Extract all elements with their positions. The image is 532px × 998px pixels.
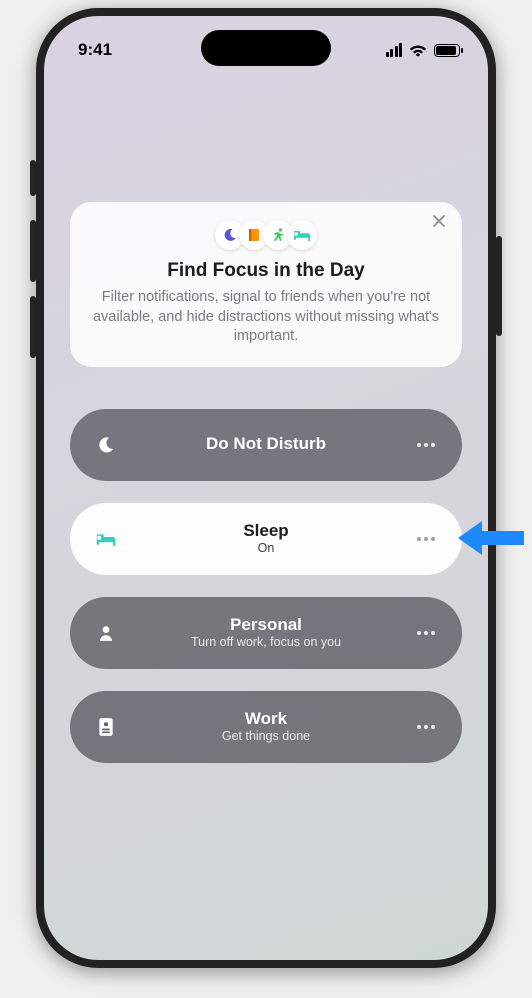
side-button[interactable] xyxy=(496,236,502,336)
bed-icon xyxy=(287,220,317,250)
intro-title: Find Focus in the Day xyxy=(92,260,440,282)
person-icon xyxy=(92,624,120,642)
focus-sublabel: Turn off work, focus on you xyxy=(120,635,412,650)
focus-label: Sleep xyxy=(120,521,412,541)
cellular-icon xyxy=(386,43,403,57)
dynamic-island xyxy=(201,30,331,66)
status-time: 9:41 xyxy=(78,40,112,60)
focus-list: Do Not Disturb Sleep On xyxy=(70,409,462,763)
intro-card: Find Focus in the Day Filter notificatio… xyxy=(70,202,462,367)
phone-frame: 9:41 Find Focus in the Day Filter xyxy=(36,8,496,968)
callout-arrow-icon xyxy=(458,518,524,558)
screen: 9:41 Find Focus in the Day Filter xyxy=(44,16,488,960)
bed-icon xyxy=(92,531,120,547)
battery-icon xyxy=(434,44,460,57)
more-icon[interactable] xyxy=(412,537,440,541)
focus-panel: Find Focus in the Day Filter notificatio… xyxy=(70,202,462,763)
focus-sublabel: On xyxy=(120,541,412,556)
focus-label: Work xyxy=(120,709,412,729)
close-icon[interactable] xyxy=(430,214,448,232)
focus-label: Personal xyxy=(120,615,412,635)
more-icon[interactable] xyxy=(412,725,440,729)
more-icon[interactable] xyxy=(412,443,440,447)
focus-label: Do Not Disturb xyxy=(120,434,412,454)
focus-personal[interactable]: Personal Turn off work, focus on you xyxy=(70,597,462,669)
intro-icon-row xyxy=(92,220,440,250)
intro-description: Filter notifications, signal to friends … xyxy=(92,288,440,347)
focus-sleep[interactable]: Sleep On xyxy=(70,503,462,575)
focus-sublabel: Get things done xyxy=(120,729,412,744)
badge-icon xyxy=(92,717,120,737)
focus-do-not-disturb[interactable]: Do Not Disturb xyxy=(70,409,462,481)
moon-icon xyxy=(92,435,120,455)
wifi-icon xyxy=(409,44,427,57)
more-icon[interactable] xyxy=(412,631,440,635)
focus-work[interactable]: Work Get things done xyxy=(70,691,462,763)
